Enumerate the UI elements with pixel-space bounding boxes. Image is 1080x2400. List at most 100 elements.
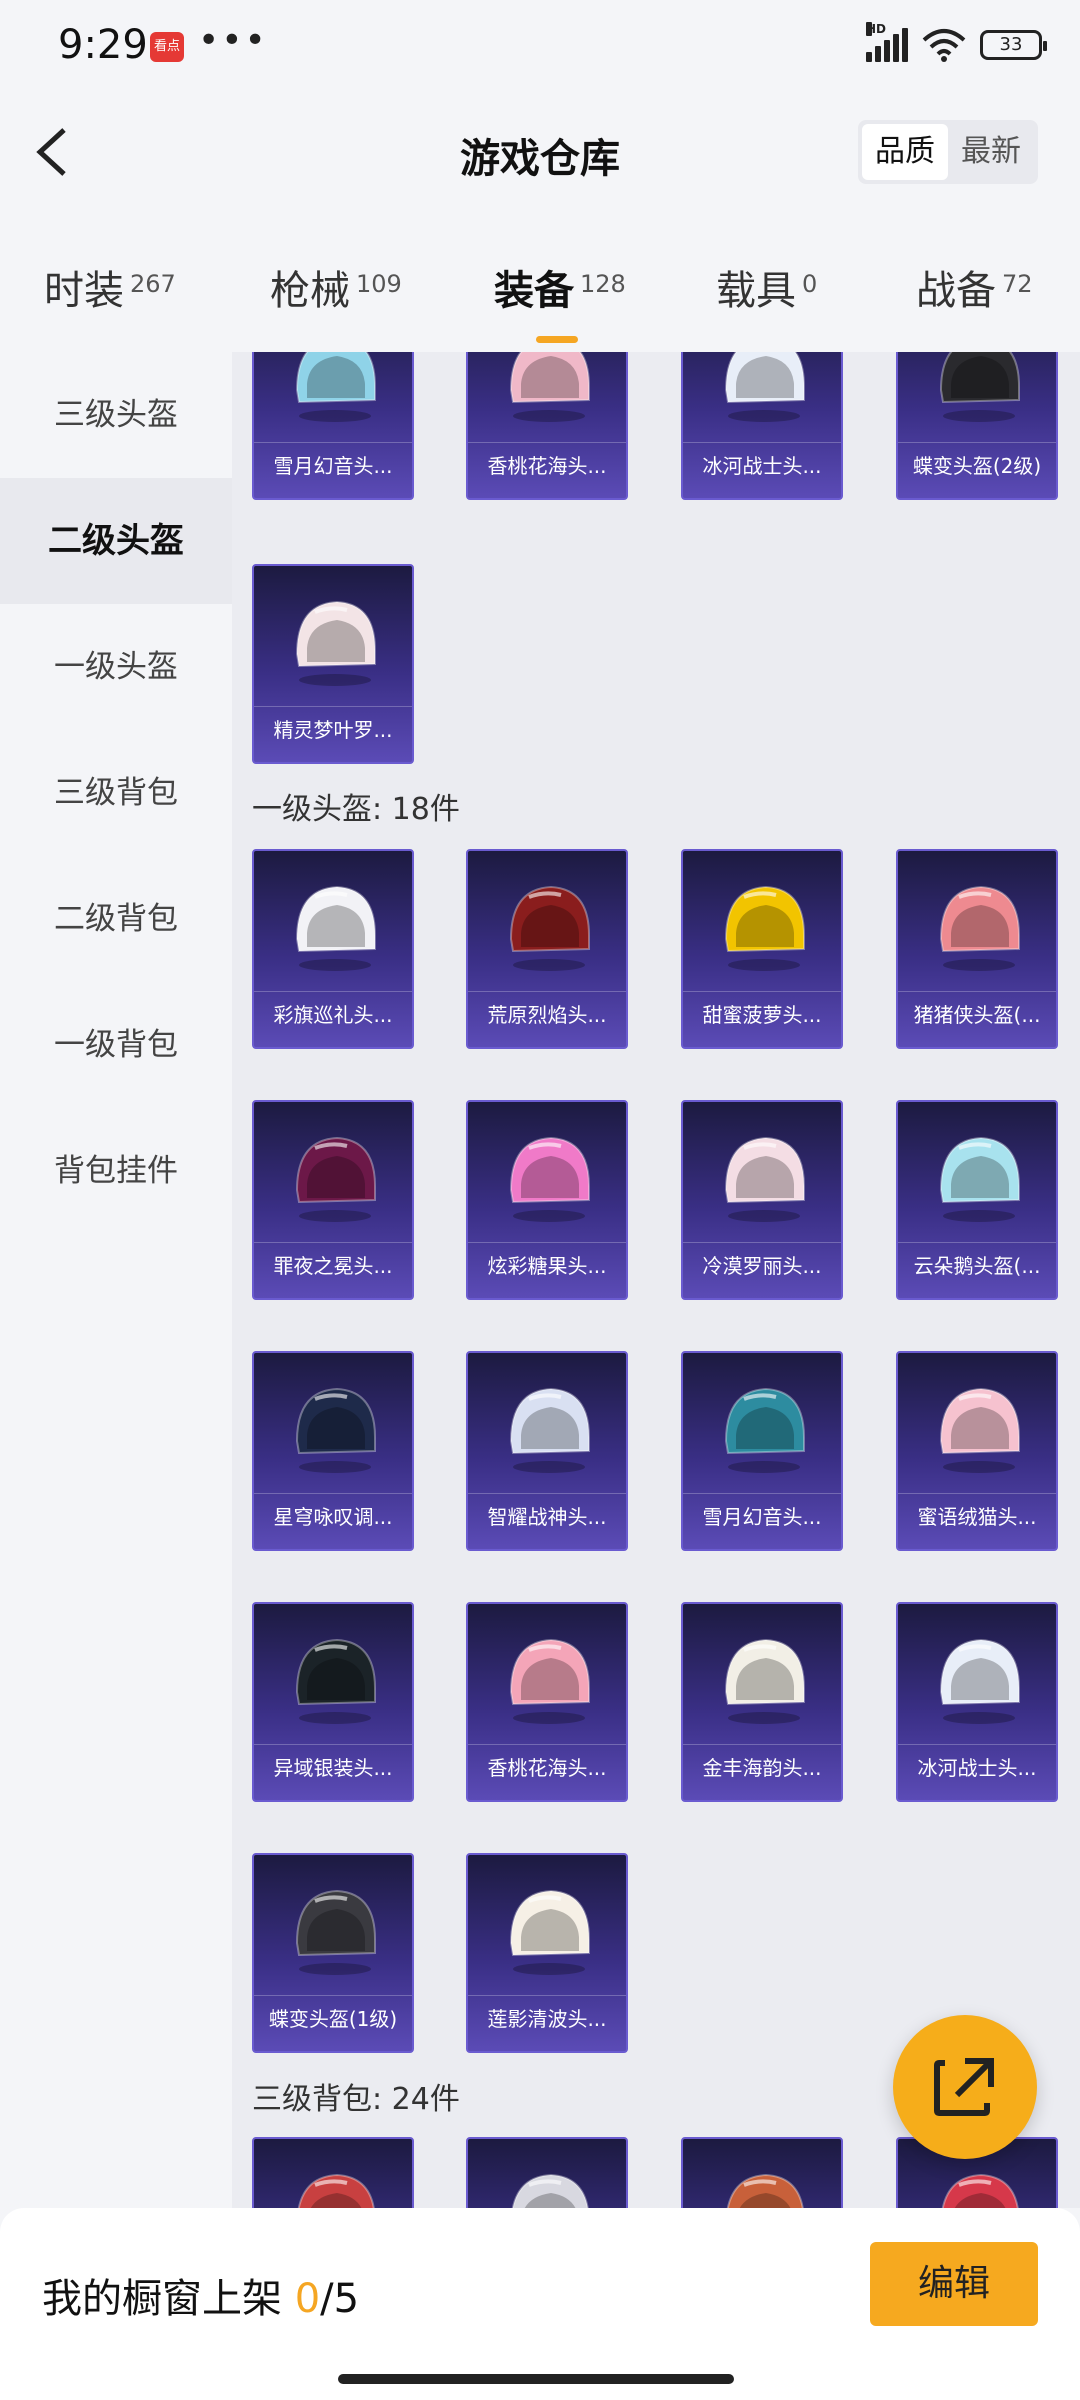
sidebar-item-level2-backpack[interactable]: 二级背包 bbox=[0, 856, 232, 982]
helmet-card[interactable]: 荒原烈焰头... bbox=[466, 849, 628, 1049]
backpack-card[interactable] bbox=[252, 2137, 414, 2208]
sort-quality-button[interactable]: 品质 bbox=[862, 124, 948, 180]
header: 游戏仓库 品质 最新 bbox=[0, 96, 1080, 212]
status-time: 9:29 bbox=[58, 22, 148, 68]
tab-count: 267 bbox=[130, 270, 176, 298]
signal-icon: HD bbox=[866, 22, 908, 62]
sort-toggle: 品质 最新 bbox=[858, 120, 1038, 184]
helmet-icon bbox=[295, 1889, 376, 1975]
helmet-card[interactable]: 香桃花海头... bbox=[466, 1602, 628, 1802]
edit-button[interactable]: 编辑 bbox=[870, 2242, 1038, 2326]
item-name: 金丰海韵头... bbox=[683, 1744, 841, 1790]
showcase-label: 我的橱窗上架 bbox=[42, 2276, 295, 2322]
helmet-card[interactable]: 蝶变头盔(1级) bbox=[252, 1853, 414, 2053]
tab-label: 战备 bbox=[916, 268, 996, 314]
helmet-card[interactable]: 精灵梦叶罗... bbox=[252, 564, 414, 764]
helmet-card[interactable]: 冰河战士头... bbox=[896, 1602, 1058, 1802]
sidebar-item-backpack-charm[interactable]: 背包挂件 bbox=[0, 1108, 232, 1234]
item-name: 莲影清波头... bbox=[468, 1995, 626, 2041]
item-name: 甜蜜菠萝头... bbox=[683, 991, 841, 1037]
backpack-card[interactable] bbox=[681, 2137, 843, 2208]
helmet-icon bbox=[295, 1638, 376, 1724]
tab-label: 载具 bbox=[716, 268, 796, 314]
helmet-card[interactable]: 冰河战士头... bbox=[681, 352, 843, 500]
section-title-level3-backpack: 三级背包: 24件 bbox=[252, 2082, 460, 2117]
tab-count: 72 bbox=[1002, 270, 1033, 298]
share-button[interactable] bbox=[893, 2015, 1037, 2159]
tab-count: 109 bbox=[356, 270, 402, 298]
item-name: 香桃花海头... bbox=[468, 442, 626, 488]
helmet-icon bbox=[509, 1889, 590, 1975]
helmet-icon bbox=[509, 885, 590, 971]
tab-label: 枪械 bbox=[270, 268, 350, 314]
helmet-card[interactable]: 蜜语绒猫头... bbox=[896, 1351, 1058, 1551]
share-icon bbox=[934, 2058, 994, 2116]
battery-icon: 33 bbox=[980, 30, 1047, 60]
helmet-icon bbox=[724, 1387, 805, 1473]
sidebar: 三级头盔 二级头盔 一级头盔 三级背包 二级背包 一级背包 背包挂件 bbox=[0, 352, 232, 2208]
helmet-icon bbox=[939, 352, 1020, 422]
helmet-card[interactable]: 异域银装头... bbox=[252, 1602, 414, 1802]
helmet-card[interactable]: 雪月幻音头... bbox=[681, 1351, 843, 1551]
helmet-card[interactable]: 云朵鹅头盔(... bbox=[896, 1100, 1058, 1300]
section-title-level1-helmet: 一级头盔: 18件 bbox=[252, 792, 460, 827]
helmet-card[interactable]: 猪猪侠头盔(... bbox=[896, 849, 1058, 1049]
helmet-card[interactable]: 莲影清波头... bbox=[466, 1853, 628, 2053]
sidebar-item-level3-helmet[interactable]: 三级头盔 bbox=[0, 352, 232, 478]
helmet-card[interactable]: 金丰海韵头... bbox=[681, 1602, 843, 1802]
helmet-card[interactable]: 罪夜之冕头... bbox=[252, 1100, 414, 1300]
sidebar-item-level1-helmet[interactable]: 一级头盔 bbox=[0, 604, 232, 730]
home-indicator bbox=[338, 2374, 734, 2384]
tab-fashion[interactable]: 时装 267 bbox=[44, 258, 176, 316]
notification-app-icon: 看点 bbox=[150, 32, 184, 62]
sidebar-item-level2-helmet[interactable]: 二级头盔 bbox=[0, 478, 232, 604]
helmet-icon bbox=[726, 2173, 804, 2208]
item-name: 猪猪侠头盔(... bbox=[898, 991, 1056, 1037]
more-notifications-icon: ••• bbox=[198, 20, 268, 61]
helmet-icon bbox=[295, 885, 376, 971]
helmet-card[interactable]: 冷漠罗丽头... bbox=[681, 1100, 843, 1300]
item-name: 香桃花海头... bbox=[468, 1744, 626, 1790]
tab-guns[interactable]: 枪械 109 bbox=[270, 258, 402, 316]
tab-equipment[interactable]: 装备 128 bbox=[494, 258, 626, 343]
backpack-card[interactable] bbox=[466, 2137, 628, 2208]
item-name: 荒原烈焰头... bbox=[468, 991, 626, 1037]
helmet-card[interactable]: 雪月幻音头... bbox=[252, 352, 414, 500]
helmet-card[interactable]: 蝶变头盔(2级) bbox=[896, 352, 1058, 500]
active-tab-indicator bbox=[536, 336, 578, 343]
helmet-icon bbox=[295, 352, 376, 422]
helmet-icon bbox=[295, 1387, 376, 1473]
helmet-card[interactable]: 炫彩糖果头... bbox=[466, 1100, 628, 1300]
item-name: 蜜语绒猫头... bbox=[898, 1493, 1056, 1539]
tab-count: 128 bbox=[580, 270, 626, 298]
helmet-card[interactable]: 彩旗巡礼头... bbox=[252, 849, 414, 1049]
tab-supplies[interactable]: 战备 72 bbox=[916, 258, 1033, 316]
helmet-card[interactable]: 星穹咏叹调... bbox=[252, 1351, 414, 1551]
status-bar: 9:29 看点 ••• HD 33 bbox=[0, 0, 1080, 96]
helmet-icon bbox=[724, 1638, 805, 1724]
helmet-card[interactable]: 甜蜜菠萝头... bbox=[681, 849, 843, 1049]
helmet-icon bbox=[939, 1136, 1020, 1222]
helmet-icon bbox=[724, 352, 805, 422]
sidebar-item-level3-backpack[interactable]: 三级背包 bbox=[0, 730, 232, 856]
tab-vehicles[interactable]: 载具 0 bbox=[716, 258, 817, 316]
showcase-current: 0 bbox=[294, 2276, 321, 2322]
item-name: 冰河战士头... bbox=[683, 442, 841, 488]
item-grid: 一级头盔: 18件 三级背包: 24件 雪月幻音头... 香桃花海头... 冰河战士… bbox=[232, 352, 1080, 2208]
helmet-icon bbox=[509, 1136, 590, 1222]
item-name: 异域银装头... bbox=[254, 1744, 412, 1790]
helmet-icon bbox=[941, 2173, 1019, 2208]
helmet-card[interactable]: 智耀战神头... bbox=[466, 1351, 628, 1551]
helmet-icon bbox=[295, 600, 376, 686]
sort-latest-button[interactable]: 最新 bbox=[948, 124, 1034, 180]
helmet-icon bbox=[295, 1136, 376, 1222]
item-name: 雪月幻音头... bbox=[683, 1493, 841, 1539]
helmet-card[interactable]: 香桃花海头... bbox=[466, 352, 628, 500]
item-name: 星穹咏叹调... bbox=[254, 1493, 412, 1539]
item-name: 蝶变头盔(1级) bbox=[254, 1995, 412, 2041]
helmet-icon bbox=[509, 1387, 590, 1473]
sidebar-item-level1-backpack[interactable]: 一级背包 bbox=[0, 982, 232, 1108]
item-name: 炫彩糖果头... bbox=[468, 1242, 626, 1288]
item-name: 智耀战神头... bbox=[468, 1493, 626, 1539]
item-name: 精灵梦叶罗... bbox=[254, 706, 412, 752]
